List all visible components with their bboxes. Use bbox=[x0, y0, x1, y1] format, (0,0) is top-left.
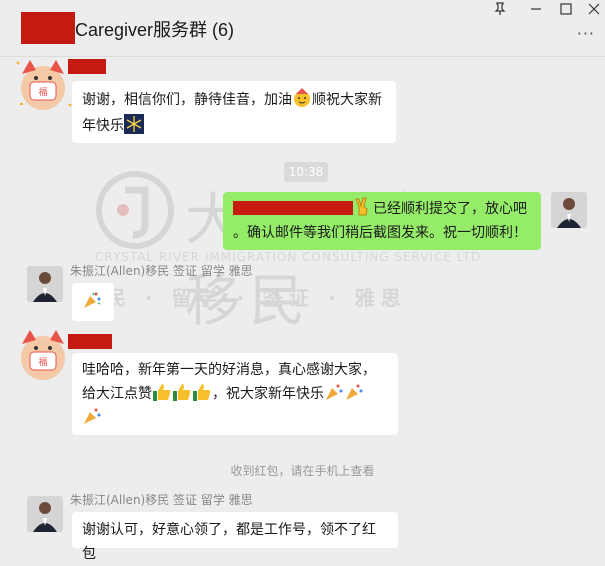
chat-title: Caregiver服务群 (6) bbox=[75, 20, 235, 40]
message-text-b: 。确认邮件等我们稍后截图发来。祝一切顺利！ bbox=[233, 225, 527, 241]
party-popper-icon bbox=[324, 382, 344, 402]
watermark-logo-icon bbox=[96, 171, 174, 249]
redacted-sender bbox=[68, 334, 112, 349]
redacted-block bbox=[21, 12, 75, 44]
message-bubble-5[interactable]: 谢谢认可，好意心领了，都是工作号，领不了红包 bbox=[72, 512, 398, 562]
maximize-icon[interactable] bbox=[557, 2, 575, 20]
svg-text:福: 福 bbox=[38, 86, 47, 98]
party-popper-icon bbox=[344, 382, 364, 402]
avatar-allen[interactable] bbox=[27, 496, 63, 532]
message-bubble-4[interactable]: 哇哈哈，新年第一天的好消息，真心感谢大家，给大江点赞 ，祝大家新年快乐 bbox=[72, 353, 398, 435]
thumbs-up-icon bbox=[152, 382, 172, 402]
redacted-mention bbox=[233, 201, 353, 215]
party-popper-icon bbox=[82, 406, 102, 426]
system-message: 收到红包，请在手机上查看 bbox=[230, 464, 375, 478]
fireworks-icon bbox=[124, 114, 144, 134]
minimize-icon[interactable] bbox=[527, 2, 545, 20]
sender-name: 朱振江(Allen)移民 签证 留学 雅思 bbox=[70, 493, 253, 507]
victory-hand-icon bbox=[353, 197, 373, 217]
thumbs-up-icon bbox=[172, 382, 192, 402]
pin-icon[interactable] bbox=[491, 2, 509, 20]
message-text-b: ，祝大家新年快乐 bbox=[212, 386, 324, 402]
thumbs-up-icon bbox=[192, 382, 212, 402]
party-face-icon bbox=[292, 88, 312, 108]
message-bubble-2[interactable]: 已经顺利提交了，放心吧。确认邮件等我们稍后截图发来。祝一切顺利！ bbox=[223, 192, 541, 250]
message-text: 谢谢，相信你们，静待佳音，加油 bbox=[82, 92, 292, 108]
avatar-cat[interactable]: 福 bbox=[12, 54, 74, 116]
redacted-sender bbox=[68, 59, 106, 74]
avatar-allen[interactable] bbox=[27, 266, 63, 302]
avatar-self[interactable] bbox=[551, 192, 587, 228]
title-bar: Caregiver服务群 (6) ··· bbox=[0, 0, 605, 57]
watermark-services: 移民 · 留学 · 签证 · 雅思 bbox=[80, 286, 407, 310]
party-popper-icon bbox=[82, 290, 102, 310]
close-icon[interactable] bbox=[585, 2, 603, 20]
message-text: 已经顺利提交了，放心吧 bbox=[373, 201, 527, 217]
message-text: 谢谢认可，好意心领了，都是工作号，领不了红包 bbox=[82, 522, 376, 562]
avatar-cat[interactable]: 福 bbox=[12, 324, 74, 386]
timestamp: 10:38 bbox=[284, 162, 328, 182]
more-icon[interactable]: ··· bbox=[577, 24, 595, 43]
message-bubble-1[interactable]: 谢谢，相信你们，静待佳音，加油 顺祝大家新年快乐 bbox=[72, 81, 396, 143]
message-bubble-3[interactable] bbox=[72, 283, 114, 321]
sender-name: 朱振江(Allen)移民 签证 留学 雅思 bbox=[70, 264, 253, 278]
svg-text:福: 福 bbox=[38, 356, 47, 368]
